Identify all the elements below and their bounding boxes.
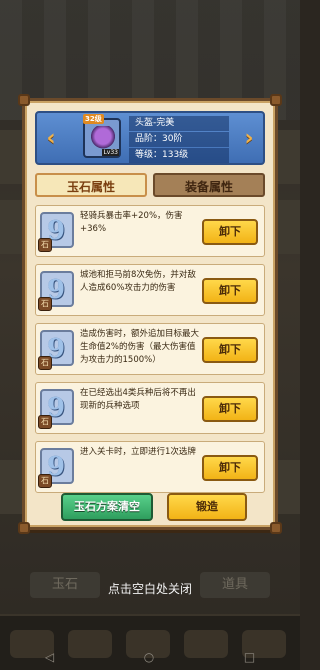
- item-tier-badge: Lv33: [102, 149, 119, 156]
- jade-icon[interactable]: 9 石: [38, 389, 74, 429]
- jade-badge: 石: [38, 474, 52, 488]
- jade-icon[interactable]: 9 石: [38, 212, 74, 252]
- jade-badge: 石: [38, 356, 52, 370]
- clear-jade-plan-button[interactable]: 玉石方案清空: [61, 493, 153, 521]
- item-level-badge: 32级: [83, 114, 104, 124]
- recents-nav-icon[interactable]: □: [244, 650, 255, 664]
- panel-corner-decoration: [270, 94, 282, 106]
- next-equipment-arrow[interactable]: ›: [239, 127, 259, 151]
- equipment-grade: 品阶：30阶: [129, 132, 229, 147]
- jade-description: 进入关卡时，立即进行1次选牌: [80, 447, 196, 457]
- jade-badge: 石: [38, 238, 52, 252]
- jade-description: 城池和拒马前8次免伤，并对敌人造成60%攻击力的伤害: [80, 270, 196, 293]
- equipment-name: 头盔-完美: [129, 116, 229, 131]
- jade-row: 9 石 造成伤害时，额外追加目标最大生命值2%的伤害（最大伤害值为攻击力的150…: [35, 323, 265, 375]
- unequip-button[interactable]: 卸下: [202, 278, 258, 304]
- jade-icon[interactable]: 9 石: [38, 330, 74, 370]
- panel-corner-decoration: [18, 94, 30, 106]
- equipment-header: ‹ 32级 Lv33 头盔-完美 品阶：30阶 等级：133级 ›: [35, 111, 265, 165]
- jade-icon[interactable]: 9 石: [38, 448, 74, 488]
- tab-label: 玉石属性: [66, 180, 115, 194]
- tab-jade-attributes[interactable]: 玉石属性: [35, 173, 147, 197]
- jade-row: 9 石 在已经选出4类兵种后将不再出现新的兵种选项 卸下: [35, 382, 265, 434]
- jade-badge: 石: [38, 297, 52, 311]
- jade-equip-dialog: ‹ 32级 Lv33 头盔-完美 品阶：30阶 等级：133级 › 玉石属性 装…: [18, 94, 282, 534]
- equipment-level: 等级：133级: [129, 148, 229, 163]
- jade-row: 9 石 进入关卡时，立即进行1次选牌 卸下: [35, 441, 265, 493]
- jade-icon[interactable]: 9 石: [38, 271, 74, 311]
- panel-corner-decoration: [270, 522, 282, 534]
- jade-row: 9 石 城池和拒马前8次免伤，并对敌人造成60%攻击力的伤害 卸下: [35, 264, 265, 316]
- prev-equipment-arrow[interactable]: ‹: [41, 127, 61, 151]
- unequip-button[interactable]: 卸下: [202, 219, 258, 245]
- unequip-button[interactable]: 卸下: [202, 455, 258, 481]
- jade-description: 在已经选出4类兵种后将不再出现新的兵种选项: [80, 388, 196, 411]
- tab-equipment-attributes[interactable]: 装备属性: [153, 173, 265, 197]
- jade-badge: 石: [38, 415, 52, 429]
- tab-label: 装备属性: [184, 180, 233, 194]
- helmet-icon[interactable]: 32级 Lv33: [83, 114, 121, 158]
- unequip-button[interactable]: 卸下: [202, 337, 258, 363]
- forge-button[interactable]: 锻造: [167, 493, 247, 521]
- attribute-tabs: 玉石属性 装备属性: [35, 173, 265, 197]
- jade-description: 造成伤害时，额外追加目标最大生命值2%的伤害（最大伤害值为攻击力的1500%）: [80, 329, 200, 365]
- jade-description: 轻骑兵暴击率+20%，伤害+36%: [80, 211, 183, 234]
- panel-corner-decoration: [18, 522, 30, 534]
- jade-list: 9 石 轻骑兵暴击率+20%，伤害+36% 卸下 9 石 城池和拒马前8次免伤，…: [35, 205, 265, 500]
- home-nav-icon[interactable]: ○: [144, 650, 154, 664]
- equipment-info: 头盔-完美 品阶：30阶 等级：133级: [129, 116, 229, 164]
- unequip-button[interactable]: 卸下: [202, 396, 258, 422]
- system-nav: ◁ ○ □: [0, 648, 300, 666]
- close-hint: 点击空白处关闭: [107, 582, 192, 596]
- jade-row: 9 石 轻骑兵暴击率+20%，伤害+36% 卸下: [35, 205, 265, 257]
- back-nav-icon[interactable]: ◁: [45, 650, 54, 664]
